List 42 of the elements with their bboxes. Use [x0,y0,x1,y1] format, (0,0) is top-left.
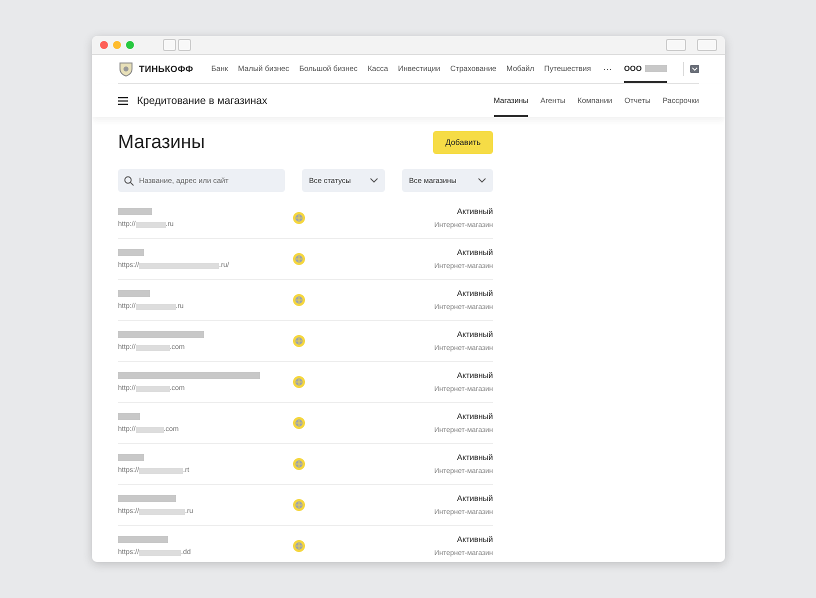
store-logo-icon [293,335,305,347]
redacted-store-name [118,249,144,256]
store-logo-icon [293,540,305,552]
redacted-store-name [118,536,168,543]
store-status: Активный [457,412,493,421]
share-button[interactable] [666,39,686,51]
store-logo-icon [293,294,305,306]
mail-icon[interactable] [690,64,699,74]
store-status: Активный [457,494,493,503]
redacted-store-name [118,454,144,461]
store-status: Активный [457,207,493,216]
close-window-button[interactable] [100,41,108,49]
store-status: Активный [457,289,493,298]
chevron-down-icon [370,178,378,183]
store-logo-icon [293,499,305,511]
more-menu[interactable]: ··· [603,64,612,74]
page-title: Магазины [118,132,205,154]
minimize-window-button[interactable] [113,41,121,49]
store-logo-icon [293,253,305,265]
back-button[interactable] [163,39,176,51]
redacted-store-name [118,495,176,502]
redacted-store-name [118,290,150,297]
store-status: Активный [457,535,493,544]
store-status: Активный [457,453,493,462]
tabs-button[interactable] [697,39,717,51]
menu-icon[interactable] [118,96,128,104]
store-status: Активный [457,330,493,339]
redacted-store-name [118,208,152,215]
section-title: Кредитование в магазинах [137,94,268,106]
store-logo-icon [293,212,305,224]
store-status: Активный [457,371,493,380]
chevron-down-icon [478,178,486,183]
redacted-store-name [118,413,140,420]
store-logo-icon [293,417,305,429]
add-button[interactable]: Добавить [433,131,493,154]
store-status: Активный [457,248,493,257]
store-logo-icon [293,376,305,388]
forward-button[interactable] [178,39,191,51]
shield-logo-icon [118,61,134,77]
maximize-window-button[interactable] [126,41,134,49]
brand-name: ТИНЬКОФФ [139,64,194,74]
store-logo-icon [293,458,305,470]
